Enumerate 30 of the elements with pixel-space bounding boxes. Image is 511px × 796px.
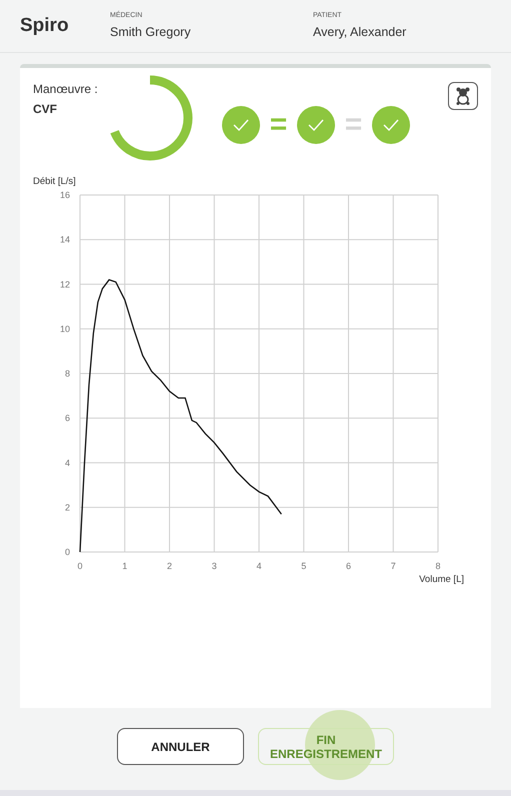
y-tick-label: 8 <box>64 368 70 378</box>
x-tick-label: 8 <box>436 561 440 571</box>
y-tick-label: 10 <box>60 324 70 334</box>
equals-sign: = <box>268 110 288 140</box>
x-tick-label: 0 <box>78 561 82 571</box>
y-tick-label: 16 <box>60 190 70 200</box>
teddy-bear-icon <box>455 87 471 105</box>
x-axis-title: Volume [L] <box>419 574 464 585</box>
y-tick-label: 0 <box>64 547 70 557</box>
y-tick-label: 2 <box>64 502 70 512</box>
x-tick-label: 1 <box>122 561 128 571</box>
field-value: Avery, Alexander <box>313 24 406 41</box>
y-tick-label: 6 <box>64 413 70 424</box>
x-tick-label: 6 <box>346 561 351 571</box>
action-button[interactable]: ANNULER <box>117 728 244 765</box>
x-tick-label: 2 <box>167 561 172 571</box>
x-tick-label: 4 <box>256 561 262 571</box>
field-value: Smith Gregory <box>110 24 192 41</box>
y-tick-label: 14 <box>60 234 70 245</box>
y-tick-label: 4 <box>64 458 70 468</box>
teddy-bear-button[interactable] <box>448 82 478 110</box>
x-tick-label: 5 <box>301 561 306 571</box>
y-axis-title: Débit [L/s] <box>33 176 76 187</box>
x-tick-label: 7 <box>390 561 396 571</box>
manoeuvre-label: Manœuvre : <box>33 81 99 98</box>
equals-sign: = <box>344 110 364 140</box>
x-tick-label: 3 <box>212 561 217 571</box>
y-tick-label: 12 <box>60 279 70 290</box>
app-title: Spiro <box>20 14 70 38</box>
manoeuvre-value: CVF <box>33 101 58 118</box>
